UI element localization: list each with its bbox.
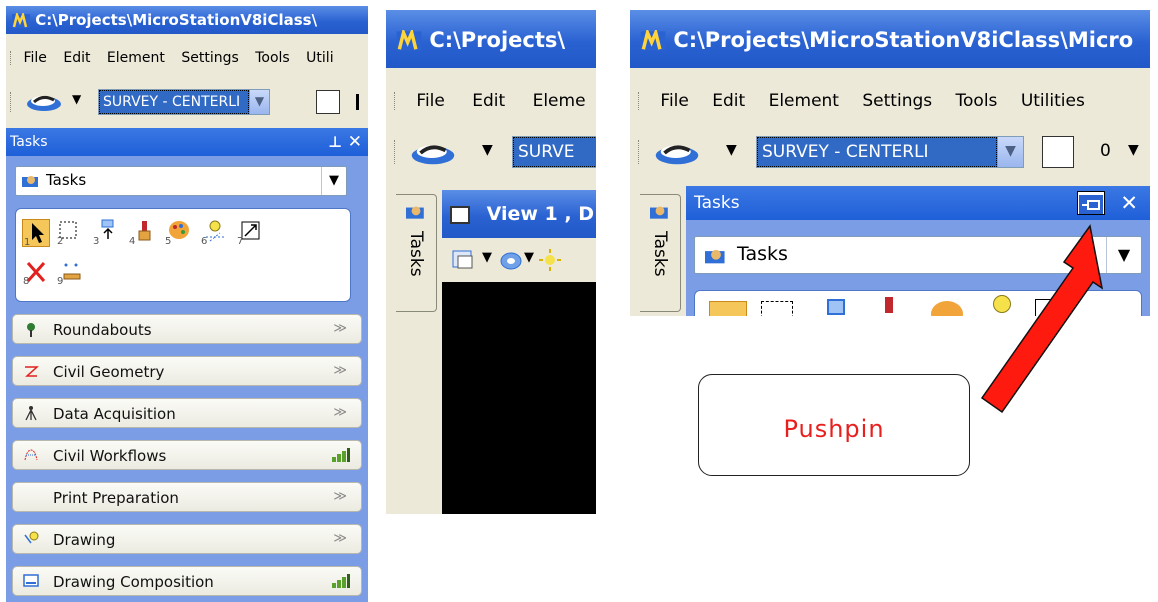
callout-arrow (980, 224, 1104, 414)
red-arrow-icon (980, 224, 1104, 414)
